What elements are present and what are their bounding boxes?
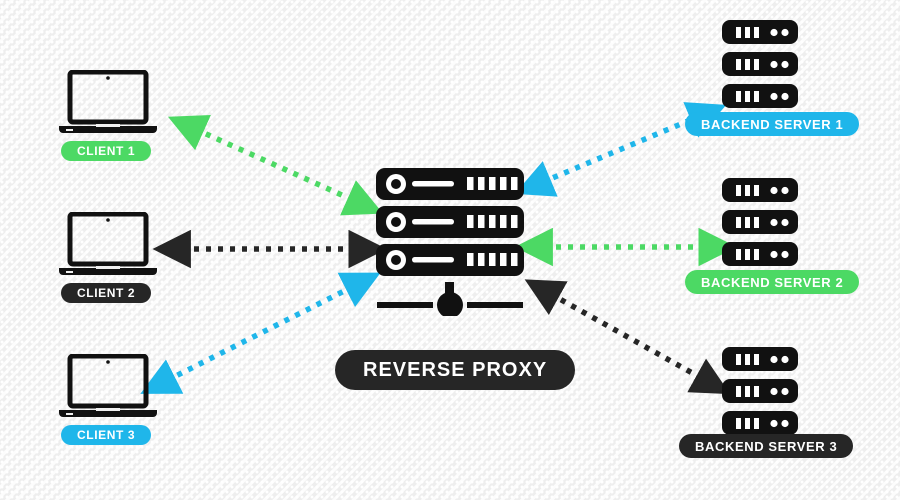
backend-server-3-label: BACKEND SERVER 3 [679, 434, 854, 458]
backend-server-2-label: BACKEND SERVER 2 [685, 270, 860, 294]
client-1-label: CLIENT 1 [61, 141, 152, 161]
client-1-node[interactable] [58, 70, 158, 134]
backend-server-1-node[interactable] [722, 20, 798, 108]
client-3-node[interactable] [58, 354, 158, 418]
backend-server-3-node[interactable] [722, 347, 798, 435]
backend-server-1-label: BACKEND SERVER 1 [685, 112, 860, 136]
rack-server-icon [376, 168, 524, 316]
client-2-node[interactable] [58, 212, 158, 276]
link-client-1-to-proxy [167, 115, 384, 216]
reverse-proxy-label: REVERSE PROXY [335, 350, 576, 390]
client-3-label: CLIENT 3 [61, 425, 152, 445]
laptop-icon [59, 212, 157, 275]
server-stack-icon [722, 178, 798, 266]
link-proxy-to-backend-1 [514, 102, 727, 197]
backend-server-2-node[interactable] [722, 178, 798, 266]
laptop-icon [59, 354, 157, 417]
server-stack-icon [722, 347, 798, 435]
reverse-proxy-node[interactable] [374, 166, 526, 316]
server-stack-icon [722, 20, 798, 108]
diagram-canvas: CLIENT 1 CLIENT 2 CLIENT 3 REVERSE PROXY… [0, 0, 900, 500]
laptop-icon [59, 70, 157, 133]
link-client-3-to-proxy [140, 272, 381, 394]
client-2-label: CLIENT 2 [61, 283, 152, 303]
